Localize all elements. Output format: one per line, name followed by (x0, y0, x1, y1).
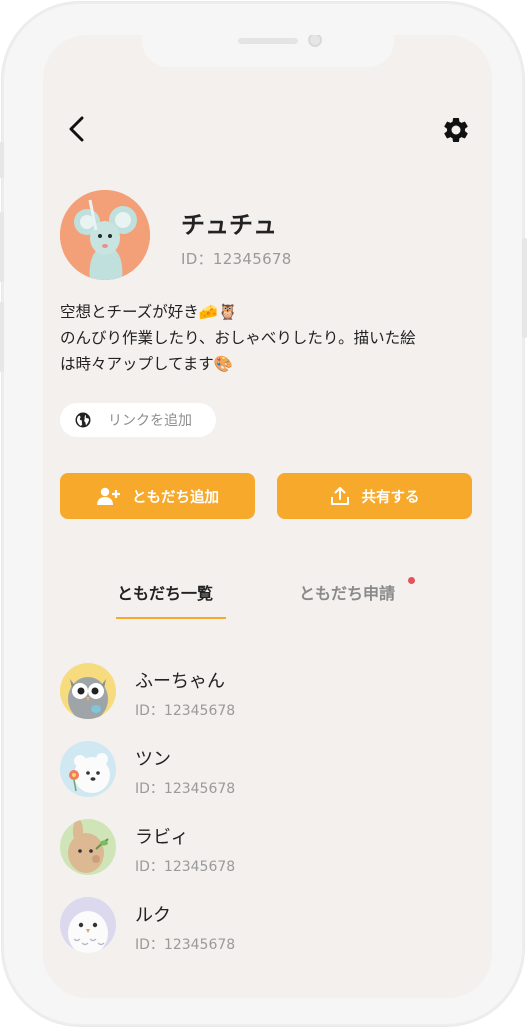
active-tab-indicator (116, 617, 226, 619)
tab-friend-requests[interactable]: ともだち申請 (299, 580, 395, 604)
phone-notch (142, 35, 394, 67)
friend-id: ID：12345678 (135, 937, 236, 953)
bio-line: 空想とチーズが好き🧀🦉 (60, 303, 238, 321)
snowy-owl-avatar (60, 897, 116, 953)
friend-name: ツン (135, 749, 171, 770)
notification-dot (408, 577, 415, 584)
bear-avatar (60, 741, 116, 797)
add-friend-label: ともだち追加 (132, 489, 219, 506)
back-button[interactable] (65, 115, 89, 143)
profile-avatar[interactable] (60, 190, 150, 280)
mouse-avatar-icon (60, 190, 150, 280)
phone-frame: チュチュ ID：12345678 空想とチーズが好き🧀🦉 のんびり作業したり、お… (0, 2, 527, 1026)
friend-list-item[interactable]: ツン ID：12345678 (60, 741, 480, 801)
friend-name: ラビィ (135, 827, 189, 848)
share-button[interactable]: 共有する (277, 473, 472, 519)
phone-volume-up (0, 212, 4, 282)
friend-list-item[interactable]: ふーちゃん ID：12345678 (60, 663, 480, 723)
friend-list-item[interactable]: ラビィ ID：12345678 (60, 819, 480, 879)
share-label: 共有する (361, 489, 420, 506)
add-friend-button[interactable]: ともだち追加 (60, 473, 255, 519)
globe-icon (75, 412, 91, 428)
profile-name: チュチュ (181, 211, 277, 239)
friend-name: ふーちゃん (135, 671, 225, 692)
friend-id: ID：12345678 (135, 703, 236, 719)
front-camera (308, 35, 322, 47)
tab-friend-list[interactable]: ともだち一覧 (117, 580, 213, 604)
friend-id: ID：12345678 (135, 859, 236, 875)
phone-power-button (522, 238, 527, 338)
settings-button[interactable] (441, 115, 471, 145)
phone-side-button (0, 142, 4, 178)
bio-line: のんびり作業したり、おしゃべりしたり。描いた絵 (60, 329, 416, 347)
owl-avatar (60, 663, 116, 719)
friend-list-item[interactable]: ルク ID：12345678 (60, 897, 480, 957)
bio-line: は時々アップしてます🎨 (60, 355, 234, 373)
app-screen: チュチュ ID：12345678 空想とチーズが好き🧀🦉 のんびり作業したり、お… (43, 35, 492, 998)
profile-id: ID：12345678 (181, 250, 292, 268)
add-link-label: リンクを追加 (108, 413, 192, 429)
share-icon (330, 487, 349, 505)
gear-icon (444, 117, 468, 142)
phone-volume-down (0, 302, 4, 372)
rabbit-avatar (60, 819, 116, 875)
profile-bio: 空想とチーズが好き🧀🦉 のんびり作業したり、おしゃべりしたり。描いた絵 は時々ア… (60, 299, 480, 377)
chevron-left-icon (69, 116, 84, 142)
add-user-icon (97, 487, 120, 505)
friend-id: ID：12345678 (135, 781, 236, 797)
friend-name: ルク (135, 905, 171, 926)
speaker-grille (238, 38, 298, 44)
add-link-button[interactable]: リンクを追加 (60, 403, 216, 437)
